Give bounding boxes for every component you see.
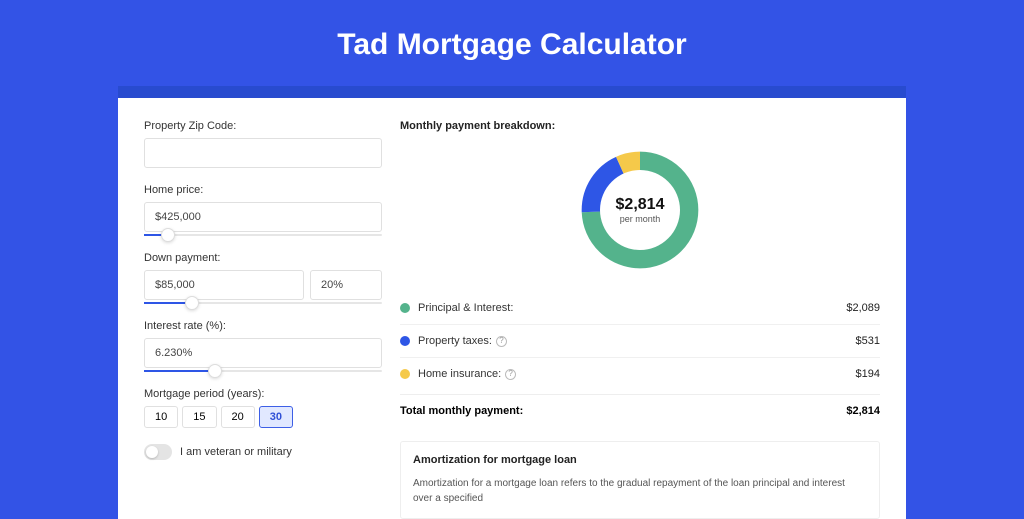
interest-group: Interest rate (%): (144, 320, 382, 372)
down-payment-percent-input[interactable] (310, 270, 382, 300)
legend-row: Principal & Interest:$2,089 (400, 292, 880, 325)
legend-swatch (400, 303, 410, 313)
period-option-10[interactable]: 10 (144, 406, 178, 428)
total-value: $2,814 (846, 405, 880, 417)
toggle-knob (146, 446, 158, 458)
donut-wrap: $2,814 per month (400, 132, 880, 288)
donut-amount: $2,814 (616, 196, 665, 214)
page-title: Tad Mortgage Calculator (0, 0, 1024, 86)
veteran-row: I am veteran or military (144, 444, 382, 460)
slider-thumb[interactable] (185, 296, 199, 310)
total-label: Total monthly payment: (400, 405, 523, 417)
slider-thumb[interactable] (161, 228, 175, 242)
total-row: Total monthly payment: $2,814 (400, 394, 880, 427)
amortization-title: Amortization for mortgage loan (413, 454, 867, 466)
zip-group: Property Zip Code: (144, 120, 382, 168)
legend-value: $194 (856, 368, 880, 380)
donut-sub: per month (620, 214, 661, 224)
down-payment-group: Down payment: (144, 252, 382, 304)
legend-label: Principal & Interest: (418, 302, 846, 314)
zip-input[interactable] (144, 138, 382, 168)
inputs-column: Property Zip Code: Home price: Down paym… (144, 120, 382, 519)
period-label: Mortgage period (years): (144, 388, 382, 400)
interest-slider[interactable] (144, 370, 382, 372)
amortization-box: Amortization for mortgage loan Amortizat… (400, 441, 880, 519)
donut-chart: $2,814 per month (580, 150, 700, 270)
slider-thumb[interactable] (208, 364, 222, 378)
legend: Principal & Interest:$2,089Property taxe… (400, 288, 880, 394)
down-payment-label: Down payment: (144, 252, 382, 264)
legend-swatch (400, 369, 410, 379)
home-price-group: Home price: (144, 184, 382, 236)
down-payment-amount-input[interactable] (144, 270, 304, 300)
header-band (118, 86, 906, 98)
zip-label: Property Zip Code: (144, 120, 382, 132)
calculator-card: Property Zip Code: Home price: Down paym… (118, 98, 906, 519)
period-option-15[interactable]: 15 (182, 406, 216, 428)
home-price-label: Home price: (144, 184, 382, 196)
legend-label: Property taxes:? (418, 335, 856, 347)
help-icon[interactable]: ? (505, 369, 516, 380)
period-group: Mortgage period (years): 10152030 (144, 388, 382, 428)
breakdown-heading: Monthly payment breakdown: (400, 120, 880, 132)
period-option-30[interactable]: 30 (259, 406, 293, 428)
legend-value: $531 (856, 335, 880, 347)
donut-center: $2,814 per month (600, 170, 680, 250)
legend-value: $2,089 (846, 302, 880, 314)
veteran-label: I am veteran or military (180, 446, 292, 458)
legend-swatch (400, 336, 410, 346)
period-options: 10152030 (144, 406, 382, 428)
interest-label: Interest rate (%): (144, 320, 382, 332)
legend-row: Property taxes:?$531 (400, 325, 880, 358)
interest-input[interactable] (144, 338, 382, 368)
legend-label: Home insurance:? (418, 368, 856, 380)
help-icon[interactable]: ? (496, 336, 507, 347)
home-price-slider[interactable] (144, 234, 382, 236)
home-price-input[interactable] (144, 202, 382, 232)
period-option-20[interactable]: 20 (221, 406, 255, 428)
breakdown-column: Monthly payment breakdown: $2,814 per mo… (400, 120, 880, 519)
down-payment-slider[interactable] (144, 302, 382, 304)
legend-row: Home insurance:?$194 (400, 358, 880, 390)
amortization-text: Amortization for a mortgage loan refers … (413, 476, 867, 506)
veteran-toggle[interactable] (144, 444, 172, 460)
